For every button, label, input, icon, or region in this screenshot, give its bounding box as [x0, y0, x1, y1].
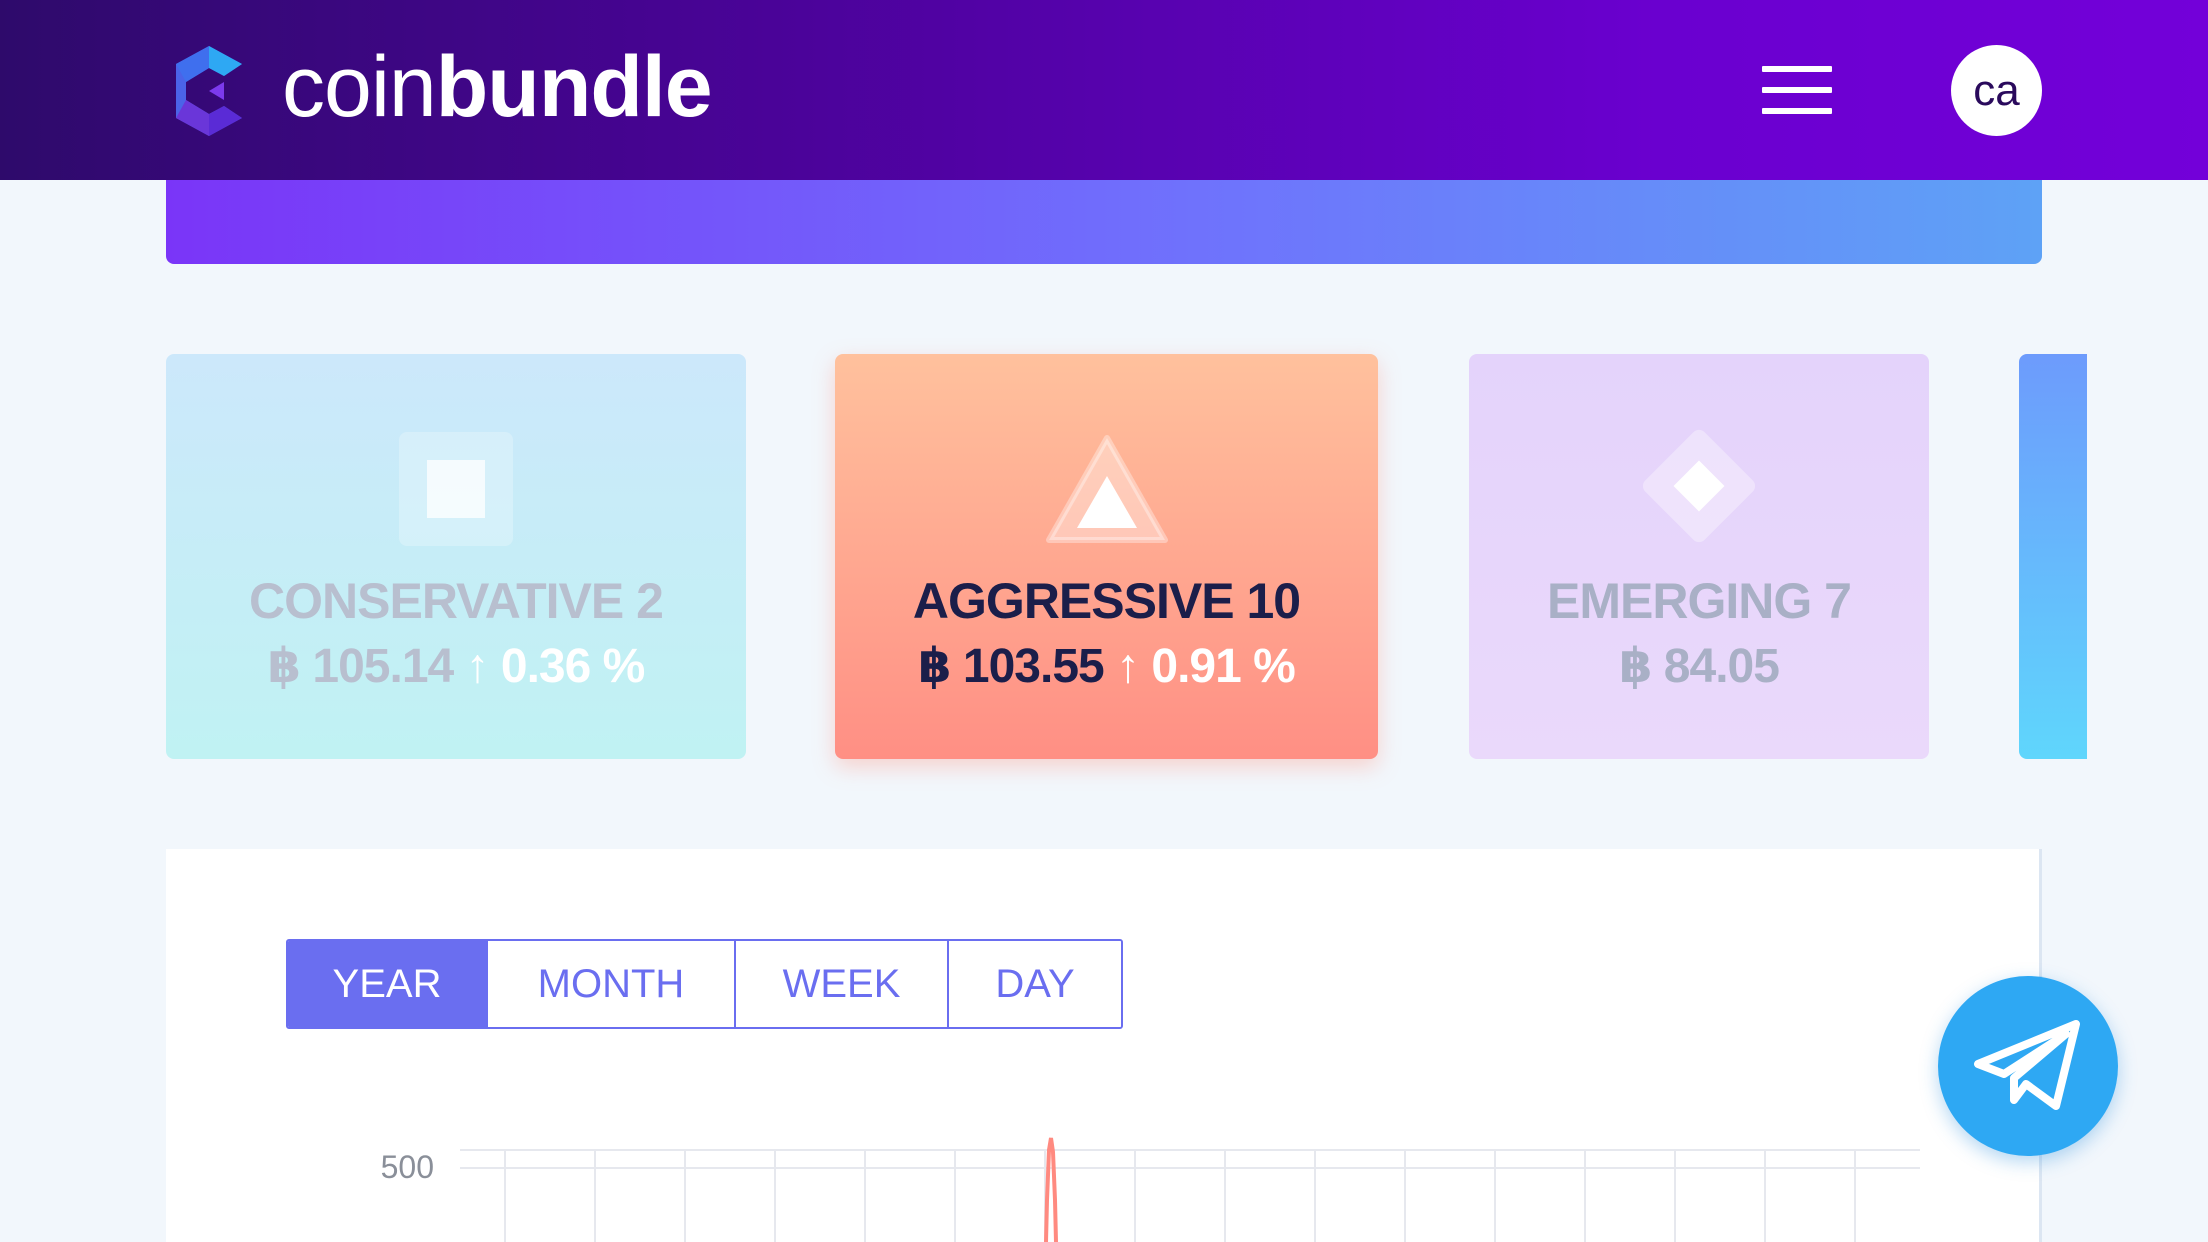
y-tick-label: 500	[381, 1149, 434, 1185]
menu-button[interactable]	[1762, 66, 1832, 114]
bundle-price: ฿ 105.14	[267, 640, 455, 693]
bundle-name: CONSERVATIVE 2	[249, 573, 664, 629]
price-chart: 500	[381, 1137, 1920, 1242]
user-avatar[interactable]: ca	[1951, 45, 2042, 136]
bundle-price-line: ฿ 103.55 ↑ 0.91 %	[835, 638, 1378, 694]
bundle-card-next-partial[interactable]	[2019, 354, 2087, 759]
bundle-price-line: ฿ 105.14 ↑ 0.36 %	[166, 638, 746, 694]
brand-bold: bundle	[435, 39, 713, 135]
bundle-price: ฿ 84.05	[1619, 640, 1780, 693]
brand-light: coin	[282, 39, 437, 135]
bundle-card-conservative[interactable]: CONSERVATIVE 2 ฿ 105.14 ↑ 0.36 %	[166, 354, 746, 759]
tab-day[interactable]: DAY	[949, 941, 1121, 1027]
bundle-card-aggressive[interactable]: AGGRESSIVE 10 ฿ 103.55 ↑ 0.91 %	[835, 354, 1378, 759]
menu-icon-bar	[1762, 66, 1832, 72]
square-icon	[399, 432, 513, 546]
telegram-button[interactable]	[1938, 976, 2118, 1156]
menu-icon-bar	[1762, 108, 1832, 114]
price-series-line	[1044, 1137, 1058, 1242]
chart-gridlines	[460, 1149, 1920, 1242]
tab-week[interactable]: WEEK	[736, 941, 949, 1027]
tab-month[interactable]: MONTH	[488, 941, 736, 1027]
diamond-icon	[1642, 429, 1756, 543]
paper-plane-icon	[1974, 1020, 2080, 1110]
bundle-change: ↑ 0.36 %	[465, 640, 646, 693]
tab-year[interactable]: YEAR	[288, 941, 488, 1027]
bundle-name: AGGRESSIVE 10	[912, 573, 1301, 629]
triangle-icon	[1045, 435, 1168, 543]
menu-icon-bar	[1762, 87, 1832, 93]
bundle-name: EMERGING 7	[1547, 573, 1852, 629]
timeframe-tabs: YEAR MONTH WEEK DAY	[286, 939, 1123, 1029]
bundle-change: ↑ 0.91 %	[1116, 640, 1296, 693]
brand-wordmark[interactable]: coinbundle	[282, 39, 713, 135]
bundle-price-line: ฿ 84.05	[1469, 638, 1929, 694]
bundle-card-emerging[interactable]: EMERGING 7 ฿ 84.05	[1469, 354, 1929, 759]
top-navbar: coinbundle ca	[0, 0, 2208, 180]
bundle-price: ฿ 103.55	[918, 640, 1105, 693]
coinbundle-logo-icon[interactable]	[162, 44, 256, 138]
